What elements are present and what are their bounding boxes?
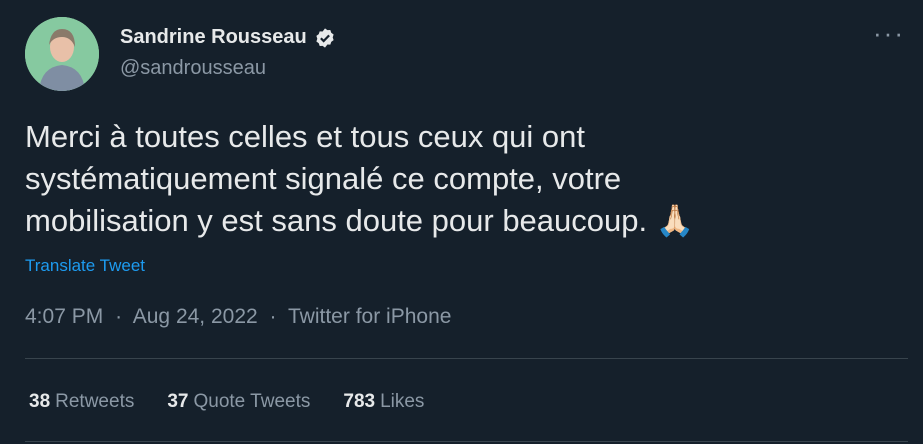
retweets-stat[interactable]: 38 Retweets [29,391,134,413]
retweets-count: 38 [29,391,51,412]
tweet-text-line: mobilisation y est sans doute pour beauc… [25,200,905,242]
meta-separator: · [269,305,277,328]
avatar[interactable] [25,17,99,91]
tweet-text-line: systématiquement signalé ce compte, votr… [25,161,622,196]
tweet-text-line-content: mobilisation y est sans doute pour beauc… [25,203,648,238]
retweets-label: Retweets [55,391,135,412]
translate-tweet-link[interactable]: Translate Tweet [25,256,145,276]
user-handle[interactable]: @sandrousseau [120,57,266,80]
tweet-text: Merci à toutes celles et tous ceux qui o… [25,116,905,242]
more-options-icon[interactable]: ··· [873,18,905,49]
tweet-stats: 38 Retweets 37 Quote Tweets 783 Likes [29,391,424,413]
quotes-label: Quote Tweets [193,391,311,412]
meta-separator: · [115,305,123,328]
praying-hands-emoji: 🙏🏻 [655,203,695,238]
likes-label: Likes [380,391,425,412]
display-name-text: Sandrine Rousseau [120,26,307,48]
display-name[interactable]: Sandrine Rousseau [120,26,336,49]
likes-count: 783 [343,391,376,412]
verified-badge-icon [316,27,334,48]
divider [25,441,908,442]
tweet-text-line: Merci à toutes celles et tous ceux qui o… [25,119,586,154]
likes-stat[interactable]: 783 Likes [343,391,424,413]
tweet-metadata: 4:07 PM · Aug 24, 2022 · Twitter for iPh… [25,305,457,329]
tweet-source[interactable]: Twitter for iPhone [288,305,451,328]
quote-tweets-stat[interactable]: 37 Quote Tweets [167,391,310,413]
avatar-image [25,17,99,91]
quotes-count: 37 [167,391,189,412]
tweet-date[interactable]: Aug 24, 2022 [133,305,258,328]
tweet-time[interactable]: 4:07 PM [25,305,103,328]
divider [25,358,908,359]
